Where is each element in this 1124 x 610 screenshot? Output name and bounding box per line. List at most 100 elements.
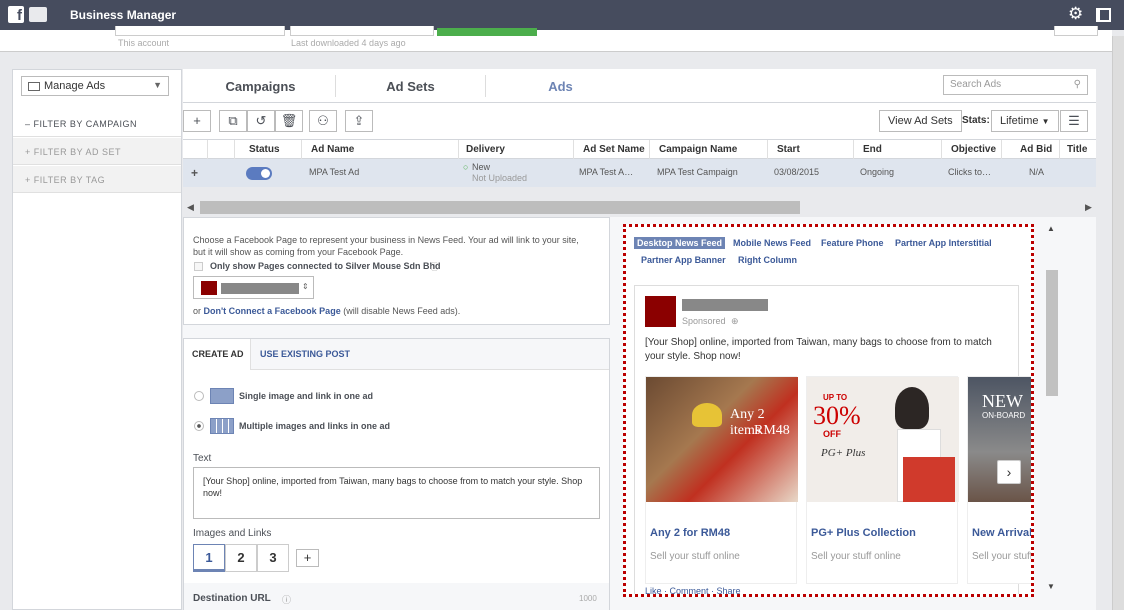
column-divider xyxy=(1001,140,1002,159)
columns-settings-icon[interactable]: ☰ xyxy=(1060,110,1088,132)
card-overlay-price: RM48 xyxy=(754,423,790,438)
stats-value: Lifetime xyxy=(1000,115,1039,127)
page-selector[interactable]: ⇕ xyxy=(193,276,314,299)
carousel-card-2[interactable]: UP TO 30% OFF PG+ Plus PG+ Plus Collecti… xyxy=(806,376,959,584)
table-row[interactable]: + MPA Test Ad ○ New Not Uploaded MPA Tes… xyxy=(183,159,1096,187)
search-input[interactable]: Search Ads ⚲ xyxy=(943,75,1088,95)
preview-tab-desktop-news-feed[interactable]: Desktop News Feed xyxy=(634,237,726,249)
col-title[interactable]: Title xyxy=(1067,144,1087,155)
info-icon[interactable]: ⓘ xyxy=(430,260,439,273)
col-ad-set-name[interactable]: Ad Set Name xyxy=(583,144,645,155)
scrollbar-thumb[interactable] xyxy=(1046,270,1058,396)
account-select[interactable] xyxy=(115,26,285,36)
people-icon[interactable]: ⚇ xyxy=(309,110,337,132)
card-subtitle: Sell your stuff online xyxy=(811,551,901,562)
duplicate-icon[interactable]: ⧉ xyxy=(219,110,247,132)
add-image-button[interactable]: + xyxy=(296,549,319,567)
stats-dropdown[interactable]: Lifetime ▼ xyxy=(991,110,1059,132)
card-title[interactable]: PG+ Plus Collection xyxy=(811,527,916,539)
single-image-label[interactable]: Single image and link in one ad xyxy=(239,391,373,401)
help-button[interactable] xyxy=(1054,26,1098,36)
create-button[interactable]: + xyxy=(183,110,211,132)
filter-by-campaign[interactable]: – FILTER BY CAMPAIGN xyxy=(13,110,181,137)
undo-icon[interactable]: ↺ xyxy=(247,110,275,132)
image-page-3[interactable]: 3 xyxy=(257,544,289,572)
ad-set-name-cell[interactable]: MPA Test A… xyxy=(579,167,633,177)
start-cell[interactable]: 03/08/2015 xyxy=(774,167,819,177)
col-ad-bid[interactable]: Ad Bid xyxy=(1020,144,1052,155)
col-status[interactable]: Status xyxy=(249,144,280,155)
multiple-images-radio[interactable] xyxy=(194,421,204,431)
chevron-updown-icon: ⇕ xyxy=(302,282,309,291)
image-page-1[interactable]: 1 xyxy=(193,544,225,572)
preview-tab-partner-app-banner[interactable]: Partner App Banner xyxy=(641,255,726,265)
col-start[interactable]: Start xyxy=(777,144,800,155)
search-placeholder: Search Ads xyxy=(950,79,1002,90)
dont-connect-link[interactable]: Don't Connect a Facebook Page xyxy=(204,306,341,316)
col-campaign-name[interactable]: Campaign Name xyxy=(659,144,737,155)
image-page-2[interactable]: 2 xyxy=(225,544,257,572)
post-actions[interactable]: Like · Comment · Share xyxy=(645,586,741,594)
tab-ad-sets[interactable]: Ad Sets xyxy=(353,79,468,94)
only-pages-checkbox[interactable] xyxy=(194,262,203,271)
filter-by-tag[interactable]: + FILTER BY TAG xyxy=(13,166,181,193)
scroll-left-icon[interactable]: ◀ xyxy=(187,202,194,213)
objective-cell[interactable]: Clicks to… xyxy=(948,167,991,177)
manage-ads-dropdown[interactable]: Manage Ads ▼ xyxy=(21,76,169,96)
expand-icon[interactable]: + xyxy=(191,166,198,180)
preview-tab-mobile-news-feed[interactable]: Mobile News Feed xyxy=(733,238,811,248)
campaign-name-cell[interactable]: MPA Test Campaign xyxy=(657,167,738,177)
upload-button[interactable] xyxy=(437,28,537,36)
col-objective[interactable]: Objective xyxy=(951,144,996,155)
card-overlay-new: NEW xyxy=(982,391,1023,411)
end-cell[interactable]: Ongoing xyxy=(860,167,894,177)
level-tabs: Campaigns Ad Sets Ads Search Ads ⚲ xyxy=(183,69,1096,103)
info-icon[interactable]: ⓘ xyxy=(282,593,291,606)
ad-bid-cell[interactable]: N/A xyxy=(1029,167,1044,177)
preview-tab-feature-phone[interactable]: Feature Phone xyxy=(821,238,884,248)
page-name-redacted xyxy=(221,283,299,294)
account-hint: This account xyxy=(118,38,170,48)
delete-icon[interactable]: 🗑 xyxy=(275,110,303,132)
scroll-right-icon[interactable]: ▶ xyxy=(1085,202,1092,213)
col-end[interactable]: End xyxy=(863,144,882,155)
carousel-card-1[interactable]: Any 2 items RM48 Any 2 for RM48 Sell you… xyxy=(645,376,798,584)
tab-create-ad[interactable]: CREATE AD xyxy=(192,349,244,359)
scroll-down-icon[interactable]: ▼ xyxy=(1047,582,1055,591)
menu-icon[interactable] xyxy=(1096,8,1111,22)
preview-scrollbar[interactable]: ▲ ▼ xyxy=(1046,224,1060,597)
column-divider xyxy=(853,140,854,159)
scroll-up-icon[interactable]: ▲ xyxy=(1047,224,1055,233)
tab-campaigns[interactable]: Campaigns xyxy=(203,79,318,94)
status-toggle[interactable] xyxy=(246,167,272,180)
filter-by-ad-set[interactable]: + FILTER BY AD SET xyxy=(13,138,181,165)
download-box[interactable] xyxy=(290,26,434,36)
column-divider xyxy=(458,140,459,159)
delivery-cell: New xyxy=(472,162,491,172)
facebook-logo-icon[interactable]: f xyxy=(8,6,24,23)
page-scrollbar[interactable] xyxy=(1112,36,1124,610)
column-divider xyxy=(234,140,235,159)
col-delivery[interactable]: Delivery xyxy=(466,144,505,155)
carousel-next-icon[interactable]: › xyxy=(997,460,1021,484)
ad-name-cell[interactable]: MPA Test Ad xyxy=(309,167,359,177)
scrollbar-thumb[interactable] xyxy=(200,201,800,214)
export-icon[interactable]: ⇪ xyxy=(345,110,373,132)
sponsored-label: Sponsored xyxy=(682,316,726,326)
card-title[interactable]: New Arrivals xyxy=(972,527,1031,539)
gear-icon[interactable]: ⚙ xyxy=(1068,5,1083,23)
view-ad-sets-button[interactable]: View Ad Sets xyxy=(879,110,962,132)
preview-tab-partner-app-interstitial[interactable]: Partner App Interstitial xyxy=(895,238,992,248)
card-title[interactable]: Any 2 for RM48 xyxy=(650,527,730,539)
tab-ads[interactable]: Ads xyxy=(503,79,618,94)
column-divider xyxy=(301,140,302,159)
ad-preview-panel: Desktop News Feed Mobile News Feed Featu… xyxy=(623,224,1034,597)
chevron-down-icon: ▼ xyxy=(1041,117,1050,126)
col-ad-name[interactable]: Ad Name xyxy=(311,144,354,155)
preview-tab-right-column[interactable]: Right Column xyxy=(738,255,797,265)
tab-use-existing-post[interactable]: USE EXISTING POST xyxy=(260,349,350,359)
single-image-radio[interactable] xyxy=(194,391,204,401)
briefcase-icon[interactable] xyxy=(29,7,47,22)
ad-text-field[interactable]: [Your Shop] online, imported from Taiwan… xyxy=(193,467,600,519)
multiple-images-label[interactable]: Multiple images and links in one ad xyxy=(239,421,390,431)
